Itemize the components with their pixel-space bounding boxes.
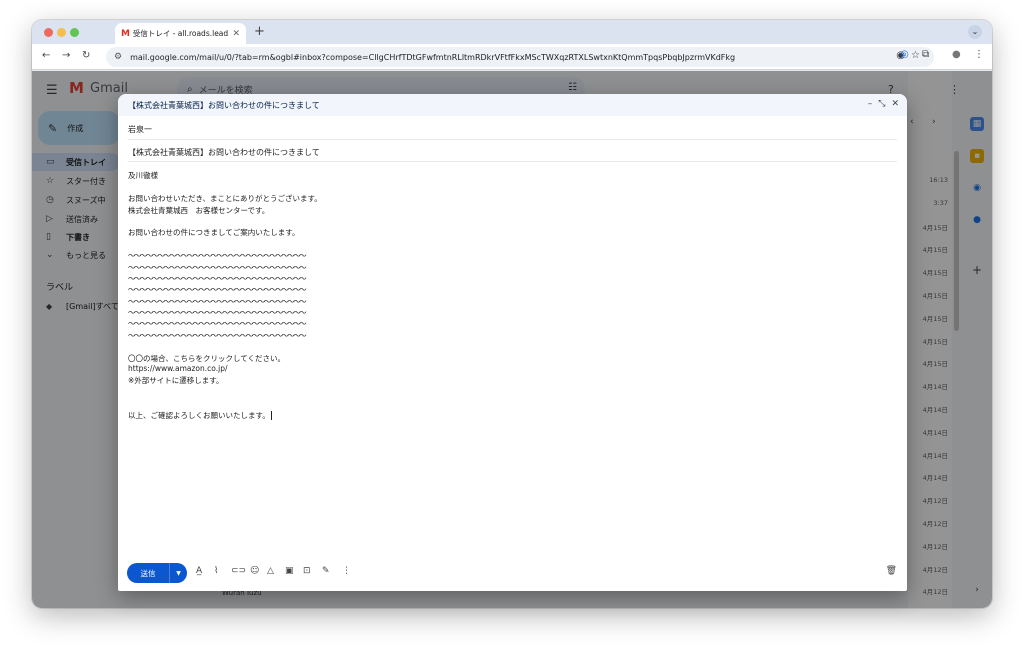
compose-title: 【株式会社青葉城西】お問い合わせの件につきまして bbox=[128, 100, 320, 110]
wave-line: 〜〜〜〜〜〜〜〜〜〜〜〜〜〜〜〜〜〜〜〜〜〜〜〜〜〜〜〜〜〜 bbox=[128, 262, 307, 272]
wave-line: 〜〜〜〜〜〜〜〜〜〜〜〜〜〜〜〜〜〜〜〜〜〜〜〜〜〜〜〜〜〜 bbox=[128, 285, 307, 295]
reload-icon[interactable]: ↻ bbox=[82, 50, 90, 61]
maximize-window-button[interactable] bbox=[70, 28, 79, 37]
tab-close-icon[interactable]: ✕ bbox=[232, 29, 240, 39]
signature-pen-icon[interactable]: ✎ bbox=[322, 566, 330, 576]
body-line: 株式会社青葉城西 お客様センターです。 bbox=[128, 205, 270, 215]
more-options-icon[interactable]: ⋮ bbox=[342, 566, 351, 576]
photo-icon[interactable]: ▣ bbox=[285, 566, 294, 576]
forward-icon[interactable]: → bbox=[62, 50, 70, 61]
profile-icon[interactable]: ● bbox=[952, 49, 961, 60]
close-icon[interactable]: ✕ bbox=[891, 99, 899, 109]
wave-line: 〜〜〜〜〜〜〜〜〜〜〜〜〜〜〜〜〜〜〜〜〜〜〜〜〜〜〜〜〜〜 bbox=[128, 273, 307, 283]
extension-icon[interactable]: ◎ bbox=[900, 49, 909, 60]
formatting-icon[interactable]: A̲ bbox=[196, 566, 202, 576]
tab-title: 受信トレイ - all.roads.lead.to. bbox=[132, 29, 230, 38]
compose-dialog: 【株式会社青葉城西】お問い合わせの件につきまして – ⤡ ✕ 岩泉一 【株式会社… bbox=[118, 94, 907, 591]
body-line: お問い合わせいただき、まことにありがとうございます。 bbox=[128, 194, 322, 204]
divider bbox=[128, 161, 897, 162]
wave-line: 〜〜〜〜〜〜〜〜〜〜〜〜〜〜〜〜〜〜〜〜〜〜〜〜〜〜〜〜〜〜 bbox=[128, 330, 307, 340]
body-greeting: 及川徹様 bbox=[128, 171, 158, 181]
tab-inbox[interactable]: M 受信トレイ - all.roads.lead.to. ✕ bbox=[115, 23, 246, 44]
schedule-send-icon[interactable]: ▼ bbox=[170, 570, 187, 577]
browser-menu-icon[interactable]: ⋮ bbox=[974, 49, 984, 60]
body-link[interactable]: https://www.amazon.co.jp/ bbox=[128, 364, 888, 375]
link-icon[interactable]: ⊂⊃ bbox=[231, 566, 246, 576]
compose-titlebar[interactable]: 【株式会社青葉城西】お問い合わせの件につきまして – ⤡ ✕ bbox=[118, 94, 907, 116]
body-line: 〇〇の場合、こちらをクリックしてください。 bbox=[128, 353, 286, 363]
message-body[interactable]: 及川徹様 お問い合わせいただき、まことにありがとうございます。 株式会社青葉城西… bbox=[128, 170, 888, 421]
tab-bar: M 受信トレイ - all.roads.lead.to. ✕ + ⌄ bbox=[32, 20, 992, 44]
body-line: ※外部サイトに遷移します。 bbox=[128, 376, 224, 386]
drive-icon[interactable]: △ bbox=[267, 566, 274, 576]
minimize-window-button[interactable] bbox=[57, 28, 66, 37]
wave-line: 〜〜〜〜〜〜〜〜〜〜〜〜〜〜〜〜〜〜〜〜〜〜〜〜〜〜〜〜〜〜 bbox=[128, 296, 307, 306]
puzzle-icon[interactable]: ⧉ bbox=[922, 49, 929, 60]
new-tab-button[interactable]: + bbox=[254, 24, 265, 39]
close-window-button[interactable] bbox=[44, 28, 53, 37]
body-closing: 以上、ご確認よろしくお願いいたします。 bbox=[128, 410, 270, 420]
text-caret bbox=[270, 411, 272, 421]
attachment-icon[interactable]: ⌇ bbox=[214, 566, 218, 576]
confidential-lock-icon[interactable]: ⊡ bbox=[303, 566, 311, 576]
gmail-favicon-icon: M bbox=[121, 28, 130, 39]
back-icon[interactable]: ← bbox=[42, 50, 50, 61]
site-info-icon[interactable]: ⚙ bbox=[114, 52, 122, 62]
body-closing-row: 以上、ご確認よろしくお願いいたします。 bbox=[128, 410, 888, 421]
compose-window-controls: – ⤡ ✕ bbox=[868, 99, 899, 109]
address-bar[interactable]: ⚙ mail.google.com/mail/u/0/?tab=rm&ogbl#… bbox=[106, 47, 934, 67]
trash-icon[interactable]: 🗑 bbox=[886, 566, 897, 576]
wave-line: 〜〜〜〜〜〜〜〜〜〜〜〜〜〜〜〜〜〜〜〜〜〜〜〜〜〜〜〜〜〜 bbox=[128, 251, 307, 261]
wave-line: 〜〜〜〜〜〜〜〜〜〜〜〜〜〜〜〜〜〜〜〜〜〜〜〜〜〜〜〜〜〜 bbox=[128, 308, 307, 318]
send-button[interactable]: 送信 ▼ bbox=[127, 563, 187, 583]
url-text: mail.google.com/mail/u/0/?tab=rm&ogbl#in… bbox=[130, 52, 736, 62]
tab-search-icon[interactable]: ⌄ bbox=[968, 25, 982, 39]
minimize-icon[interactable]: – bbox=[868, 99, 873, 109]
browser-toolbar: ← → ↻ ⚙ mail.google.com/mail/u/0/?tab=rm… bbox=[32, 44, 992, 70]
compose-toolbar: 送信 ▼ A̲ ⌇ ⊂⊃ ☺ △ ▣ ⊡ ✎ ⋮ 🗑 bbox=[118, 561, 907, 583]
divider bbox=[128, 139, 897, 140]
emoji-icon[interactable]: ☺ bbox=[250, 566, 259, 576]
body-line: お問い合わせの件につきましてご案内いたします。 bbox=[128, 228, 300, 238]
recipient-field[interactable]: 岩泉一 bbox=[128, 124, 152, 135]
exit-fullscreen-icon[interactable]: ⤡ bbox=[878, 99, 885, 109]
subject-field[interactable]: 【株式会社青葉城西】お問い合わせの件につきまして bbox=[128, 147, 320, 158]
send-label: 送信 bbox=[140, 568, 156, 578]
wave-line: 〜〜〜〜〜〜〜〜〜〜〜〜〜〜〜〜〜〜〜〜〜〜〜〜〜〜〜〜〜〜 bbox=[128, 319, 307, 329]
